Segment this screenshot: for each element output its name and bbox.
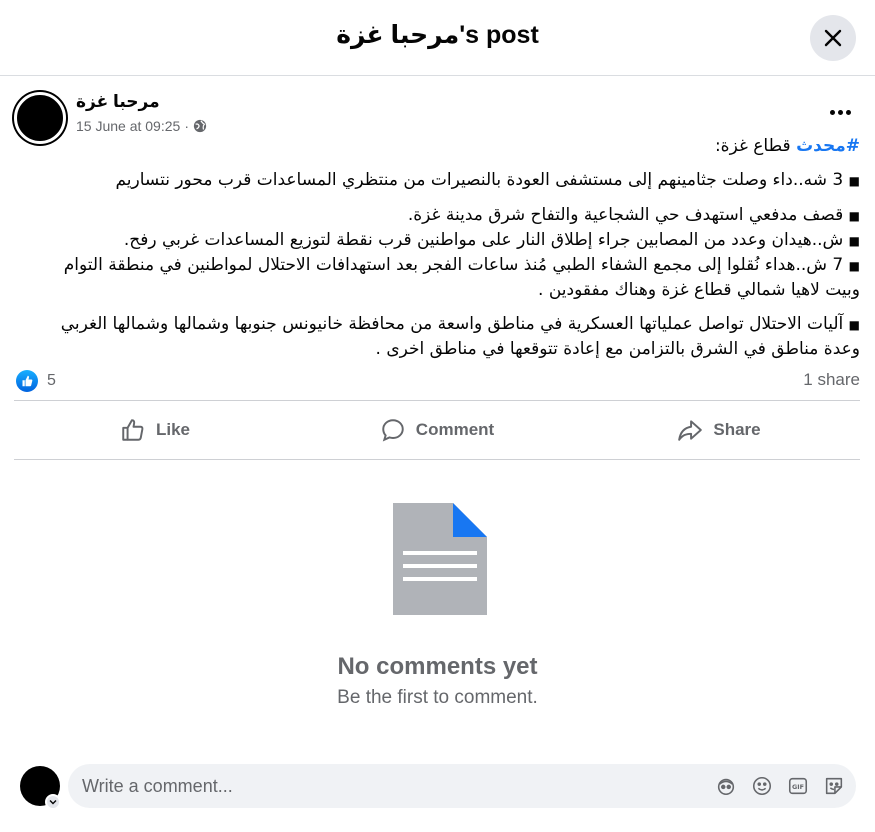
more-dot <box>845 109 851 115</box>
share-icon <box>678 420 703 441</box>
like-button[interactable]: Like <box>14 401 296 459</box>
hashtag-link[interactable]: #محدث <box>796 136 860 156</box>
dialog-header: مرحبا غزة's post <box>0 0 875 76</box>
post-line-text: قصف مدفعي استهدف حي الشجاعية والتفاح شرق… <box>407 205 844 225</box>
post-meta: 15 June at 09:25 · <box>76 118 207 134</box>
comment-button[interactable]: Comment <box>296 401 578 459</box>
profile-switch-button[interactable] <box>45 794 61 810</box>
post-timestamp[interactable]: 15 June at 09:25 <box>76 118 180 134</box>
thumbs-up-icon <box>22 375 33 387</box>
emoji-icon <box>752 776 772 796</box>
bullet-square: ■ <box>848 209 860 223</box>
avatar-sticker-icon <box>717 778 735 796</box>
globe-icon[interactable] <box>193 119 207 133</box>
like-count[interactable]: 5 <box>47 372 56 390</box>
close-button[interactable] <box>810 15 856 61</box>
sticker-button[interactable] <box>822 774 846 798</box>
reactions-bar: 5 1 share <box>14 366 860 394</box>
share-label: Share <box>713 420 761 439</box>
chevron-down-icon <box>49 800 57 805</box>
comments-empty-state: No comments yet Be the first to comment. <box>0 500 875 720</box>
post-line-4: ■ 7 ش..هداء نُقلوا إلى مجمع الشفاء الطبي… <box>40 253 860 302</box>
bullet-square: ■ <box>848 174 860 188</box>
more-dot <box>829 109 835 115</box>
comment-input[interactable] <box>82 764 682 808</box>
dialog-title: مرحبا غزة's post <box>336 21 539 49</box>
comment-label: Comment <box>415 420 495 439</box>
svg-text:GIF: GIF <box>792 783 804 791</box>
post-line-2: ■ قصف مدفعي استهدف حي الشجاعية والتفاح ش… <box>40 203 860 228</box>
more-options-button[interactable] <box>826 102 854 122</box>
post-heading-line: #محدث قطاع غزة: <box>40 134 860 158</box>
document-icon <box>393 503 487 615</box>
post-line-5: ■ آليات الاحتلال تواصل عملياتها العسكرية… <box>40 312 860 361</box>
bullet-square: ■ <box>848 234 860 248</box>
comment-box: GIF <box>68 764 856 808</box>
post-text: #محدث قطاع غزة: ■ 3 شه..داء وصلت جثامينه… <box>40 134 860 361</box>
gif-icon: GIF <box>788 777 808 795</box>
post-line-1: ■ 3 شه..داء وصلت جثامينهم إلى مستشفى الع… <box>40 168 860 193</box>
composer-tools: GIF <box>714 774 846 798</box>
gif-button[interactable]: GIF <box>786 774 810 798</box>
empty-title: No comments yet <box>337 653 538 680</box>
sticker-icon <box>825 777 843 795</box>
more-dot <box>837 109 843 115</box>
post-line-text: آليات الاحتلال تواصل عملياتها العسكرية ف… <box>60 314 860 359</box>
bullet-square: ■ <box>848 318 860 332</box>
post-line-text: ش..هيدان وعدد من المصابين جراء إطلاق الن… <box>123 230 844 250</box>
avatar-sticker-button[interactable] <box>714 774 738 798</box>
share-button[interactable]: Share <box>578 401 860 459</box>
like-reaction-icon[interactable] <box>16 370 38 392</box>
like-label: Like <box>155 420 191 439</box>
meta-separator: · <box>184 118 189 134</box>
bullet-square: ■ <box>848 259 860 273</box>
post-line-text: 7 ش..هداء نُقلوا إلى مجمع الشفاء الطبي م… <box>63 255 860 300</box>
share-count[interactable]: 1 share <box>803 370 860 390</box>
thumbs-up-icon <box>122 419 144 441</box>
close-icon <box>824 29 842 47</box>
emoji-button[interactable] <box>750 774 774 798</box>
comment-icon <box>382 419 404 442</box>
post-line-3: ■ ش..هيدان وعدد من المصابين جراء إطلاق ا… <box>40 228 860 253</box>
comment-composer: GIF <box>20 764 856 810</box>
author-name[interactable]: مرحبا غزة <box>76 92 160 112</box>
post-actions: Like Comment Share <box>14 400 860 460</box>
post-line-text: 3 شه..داء وصلت جثامينهم إلى مستشفى العود… <box>115 170 844 190</box>
post-heading: قطاع غزة: <box>714 136 791 156</box>
empty-subtitle: Be the first to comment. <box>337 687 538 708</box>
